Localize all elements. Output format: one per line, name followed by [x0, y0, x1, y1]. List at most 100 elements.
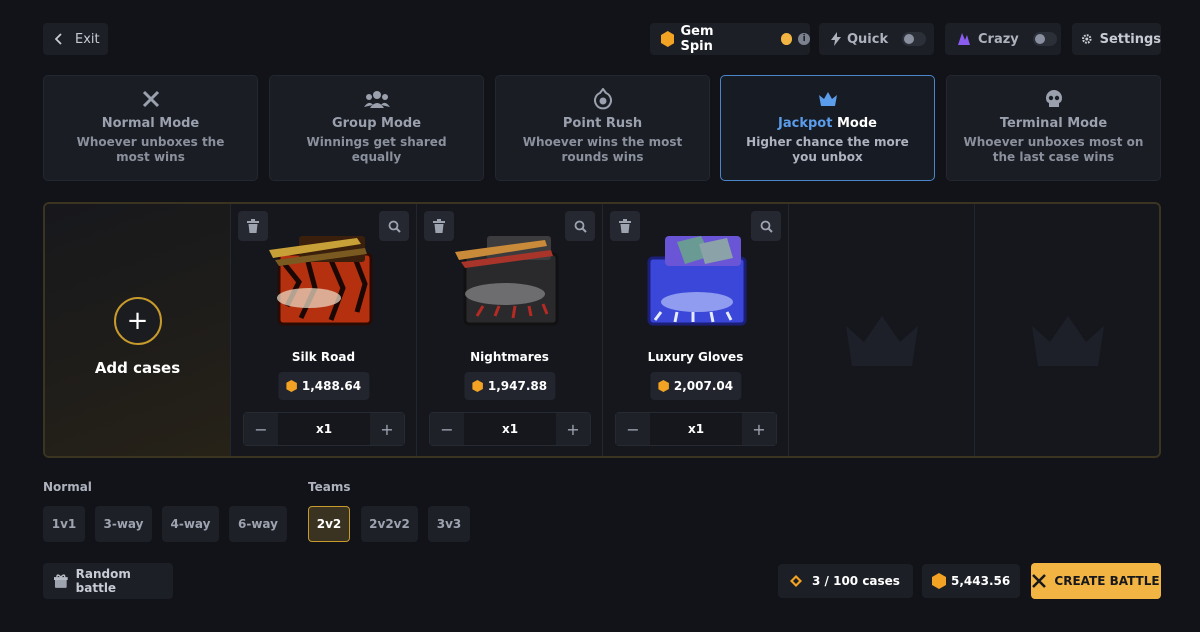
add-cases-label: Add cases	[94, 359, 181, 377]
gem-spin-toggle[interactable]: Gem Spin i	[650, 23, 810, 55]
mode-title: Point Rush	[562, 116, 643, 131]
mode-title: Jackpot Mode	[778, 116, 877, 131]
exit-label: Exit	[75, 31, 100, 47]
case-count-icon	[790, 575, 802, 587]
case-selection-area: + Add cases Silk Road 1,488.64 − x1 + Ni…	[43, 202, 1161, 458]
trash-icon[interactable]	[424, 211, 454, 241]
option-3v3[interactable]: 3v3	[428, 506, 470, 542]
gem-spin-indicator	[780, 33, 793, 45]
settings-label: Settings	[1099, 31, 1161, 47]
skull-icon	[1044, 88, 1064, 110]
mode-card-jackpot[interactable]: Jackpot Mode Higher chance the more you …	[720, 75, 935, 181]
quantity-value: x1	[464, 413, 556, 445]
trash-icon[interactable]	[610, 211, 640, 241]
empty-case-slot	[975, 204, 1159, 456]
quick-switch[interactable]	[902, 32, 927, 46]
quantity-value: x1	[278, 413, 370, 445]
search-icon[interactable]	[565, 211, 595, 241]
case-name: Luxury Gloves	[647, 350, 744, 364]
crossed-swords-icon	[1032, 574, 1047, 588]
option-3-way[interactable]: 3-way	[95, 506, 152, 542]
random-battle-button[interactable]: Random battle	[43, 563, 173, 599]
exit-button[interactable]: Exit	[43, 23, 108, 55]
search-icon[interactable]	[379, 211, 409, 241]
search-icon[interactable]	[751, 211, 781, 241]
mode-title: Terminal Mode	[999, 116, 1108, 131]
mode-desc: Higher chance the more you unbox	[746, 135, 909, 164]
mode-card-normal[interactable]: Normal Mode Whoever unboxes the most win…	[43, 75, 258, 181]
quantity-stepper: − x1 +	[429, 412, 591, 446]
teams-section-label: Teams	[308, 480, 351, 494]
gear-icon	[1082, 34, 1092, 44]
mode-card-terminal[interactable]: Terminal Mode Whoever unboxes most on th…	[946, 75, 1161, 181]
crown-placeholder-icon	[1032, 316, 1104, 366]
settings-button[interactable]: Settings	[1072, 23, 1161, 55]
lightning-icon	[831, 32, 841, 46]
mode-card-point-rush[interactable]: Point Rush Whoever wins the most rounds …	[495, 75, 710, 181]
case-card: Luxury Gloves 2,007.04 − x1 +	[603, 204, 789, 456]
point-icon	[593, 88, 612, 110]
case-image	[647, 236, 747, 326]
cases-count-badge: 3 / 100 cases	[778, 564, 913, 598]
mode-title: Normal Mode	[101, 116, 200, 131]
crown-placeholder-icon	[845, 316, 918, 366]
gem-icon	[932, 573, 946, 589]
gift-icon	[54, 574, 68, 588]
quantity-value: x1	[650, 413, 742, 445]
create-battle-label: CREATE BATTLE	[1054, 574, 1160, 588]
case-name: Silk Road	[291, 350, 356, 364]
random-battle-label: Random battle	[75, 567, 131, 595]
option-2v2[interactable]: 2v2	[308, 506, 350, 542]
quantity-stepper: − x1 +	[615, 412, 777, 446]
gem-icon	[661, 31, 675, 47]
option-2v2v2[interactable]: 2v2v2	[361, 506, 418, 542]
info-icon[interactable]: i	[798, 33, 810, 45]
case-card: Nightmares 1,947.88 − x1 +	[417, 204, 603, 456]
total-cost-value: 5,443.56	[951, 574, 1011, 588]
case-card: Silk Road 1,488.64 − x1 +	[231, 204, 417, 456]
increase-quantity-button[interactable]: +	[556, 413, 590, 445]
option-4-way[interactable]: 4-way	[162, 506, 219, 542]
cases-count-value: 3 / 100 cases	[812, 574, 900, 588]
increase-quantity-button[interactable]: +	[370, 413, 404, 445]
increase-quantity-button[interactable]: +	[742, 413, 776, 445]
total-cost-badge: 5,443.56	[922, 564, 1020, 598]
chevron-left-icon	[55, 33, 62, 45]
crazy-icon	[958, 33, 970, 45]
case-name: Nightmares	[470, 350, 549, 364]
gem-icon	[657, 380, 669, 392]
case-price: 1,488.64	[277, 372, 370, 400]
group-icon	[363, 88, 390, 110]
create-battle-button[interactable]: CREATE BATTLE	[1031, 563, 1161, 599]
gem-icon	[285, 380, 297, 392]
quick-label: Quick	[847, 31, 889, 47]
mode-title: Group Mode	[331, 116, 422, 131]
trash-icon[interactable]	[238, 211, 268, 241]
case-image	[269, 236, 373, 326]
gem-spin-label: Gem Spin	[680, 24, 714, 54]
normal-section-label: Normal	[43, 480, 92, 494]
case-price: 1,947.88	[463, 372, 556, 400]
quantity-stepper: − x1 +	[243, 412, 405, 446]
add-cases-button[interactable]: + Add cases	[45, 204, 231, 456]
decrease-quantity-button[interactable]: −	[244, 413, 278, 445]
option-6-way[interactable]: 6-way	[229, 506, 287, 542]
crazy-toggle[interactable]: Crazy	[945, 23, 1061, 55]
gem-icon	[471, 380, 483, 392]
mode-desc: Whoever wins the most rounds wins	[522, 135, 683, 164]
crazy-switch[interactable]	[1032, 32, 1057, 46]
decrease-quantity-button[interactable]: −	[616, 413, 650, 445]
case-price: 2,007.04	[649, 372, 742, 400]
crown-icon	[818, 88, 838, 110]
option-1v1[interactable]: 1v1	[43, 506, 85, 542]
plus-icon: +	[113, 297, 162, 345]
crossed-swords-icon	[141, 88, 161, 110]
decrease-quantity-button[interactable]: −	[430, 413, 464, 445]
empty-case-slot	[789, 204, 975, 456]
mode-desc: Whoever unboxes the most wins	[76, 135, 225, 164]
case-image	[455, 236, 559, 326]
crazy-label: Crazy	[978, 31, 1019, 47]
quick-toggle[interactable]: Quick	[819, 23, 934, 55]
mode-desc: Whoever unboxes most on the last case wi…	[963, 135, 1144, 164]
mode-card-group[interactable]: Group Mode Winnings get shared equally	[269, 75, 484, 181]
